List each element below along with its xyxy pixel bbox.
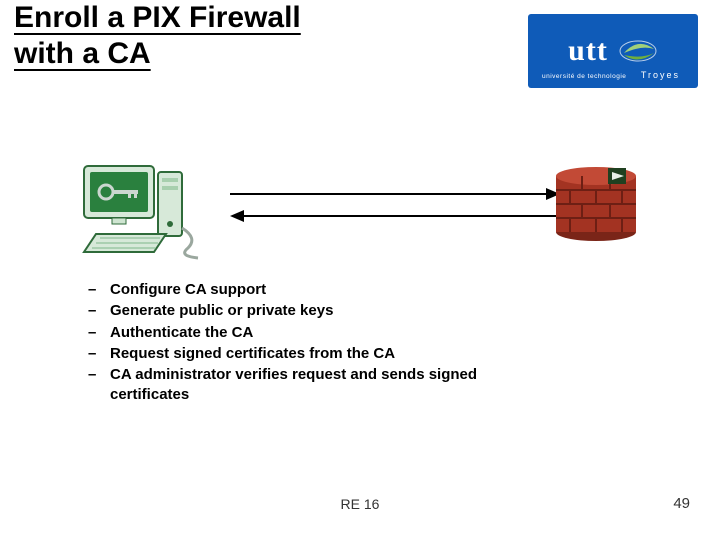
bullet-item: Generate public or private keys	[88, 301, 508, 321]
bullet-text: Configure CA support	[110, 281, 266, 298]
arrow-shaft	[230, 193, 546, 195]
logo-text: utt	[568, 34, 608, 68]
header-stripe-navy	[0, 102, 720, 116]
bullet-text: CA administrator verifies request and se…	[110, 366, 477, 403]
bullet-list: Configure CA support Generate public or …	[88, 280, 508, 407]
bullet-text: Authenticate the CA	[110, 324, 253, 341]
logo-city: Troyes	[641, 70, 680, 80]
diagram	[80, 170, 640, 270]
footer-code: RE 16	[0, 496, 720, 512]
bullet-item: CA administrator verifies request and se…	[88, 365, 508, 406]
bullet-item: Authenticate the CA	[88, 323, 508, 343]
slide: Enroll a PIX Firewall with a CA utt univ…	[0, 0, 720, 540]
bullet-item: Configure CA support	[88, 280, 508, 300]
bullet-text: Request signed certificates from the CA	[110, 345, 395, 362]
logo-subtitle: université de technologie	[542, 73, 626, 80]
arrow-shaft	[244, 215, 560, 217]
slide-title: Enroll a PIX Firewall with a CA	[14, 0, 301, 72]
bullet-text: Generate public or private keys	[110, 302, 333, 319]
utt-logo: utt université de technologie Troyes	[528, 14, 698, 88]
page-number: 49	[673, 495, 690, 512]
arrow-left-icon	[230, 210, 560, 222]
brick-firewall-icon	[552, 166, 640, 242]
title-line-2: with a CA	[14, 37, 151, 70]
arrow-head	[230, 210, 244, 222]
arrow-right-icon	[230, 188, 560, 200]
title-line-1: Enroll a PIX Firewall	[14, 1, 301, 34]
computer-with-key-icon	[80, 164, 200, 264]
bullet-item: Request signed certificates from the CA	[88, 344, 508, 364]
header-stripe-blue	[0, 116, 720, 136]
leaf-swoosh-icon	[618, 31, 658, 71]
